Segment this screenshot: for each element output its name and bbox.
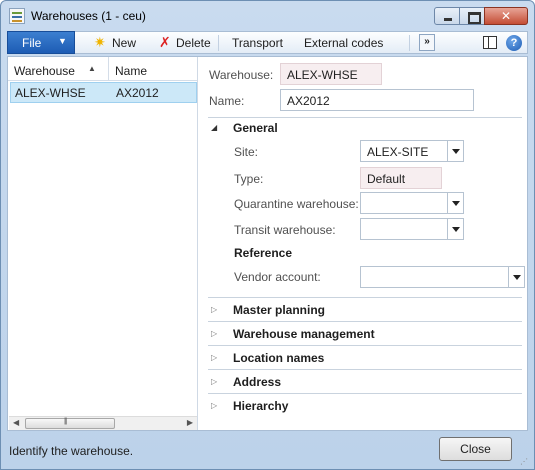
file-label: File [22, 36, 42, 50]
fasttab-general-label: General [233, 121, 278, 135]
table-row[interactable]: ALEX-WHSE AX2012 [10, 82, 197, 103]
fasttab-label: Address [233, 375, 282, 389]
name-field[interactable]: AX2012 [280, 89, 474, 111]
divider [208, 393, 522, 394]
vendor-account-combobox[interactable] [360, 266, 525, 288]
collapsed-triangle-icon: ▷ [211, 305, 218, 314]
close-window-button[interactable] [484, 7, 528, 25]
window-title: Warehouses (1 - ceu) [31, 9, 146, 23]
grid-header: Warehouse ▲ Name [8, 57, 197, 81]
action-pane: File ▼ ✷ New ✗ Delete Transport External… [7, 31, 528, 54]
layout-icon[interactable] [483, 36, 497, 49]
collapsed-triangle-icon: ▷ [211, 401, 218, 410]
maximize-button[interactable] [459, 7, 485, 25]
app-icon [9, 8, 25, 24]
cell-name: AX2012 [116, 86, 159, 100]
status-bar: Identify the warehouse. Close ⋰ [7, 432, 528, 468]
warehouse-field: ALEX-WHSE [280, 63, 382, 85]
divider [208, 297, 522, 298]
type-field: Default [360, 167, 442, 189]
dropdown-arrow-icon[interactable] [447, 219, 463, 239]
external-codes-button[interactable]: External codes [304, 36, 383, 50]
dropdown-arrow-icon[interactable] [447, 193, 463, 213]
warehouse-label: Warehouse: [209, 68, 274, 82]
vendor-account-label: Vendor account: [234, 270, 321, 284]
dropdown-arrow-icon[interactable] [447, 141, 463, 161]
delete-button[interactable]: Delete [176, 36, 211, 50]
fasttab-label: Location names [233, 351, 325, 365]
reference-heading: Reference [234, 246, 293, 260]
divider [208, 117, 522, 118]
scrollbar-thumb[interactable] [25, 418, 115, 429]
new-star-icon[interactable]: ✷ [94, 35, 106, 49]
title-bar: Warehouses (1 - ceu) [1, 1, 534, 31]
warehouse-grid: Warehouse ▲ Name ALEX-WHSE AX2012 ◀ ▶ [8, 57, 198, 430]
quarantine-warehouse-label: Quarantine warehouse: [234, 197, 359, 211]
minimize-button[interactable] [434, 7, 460, 25]
cell-warehouse: ALEX-WHSE [15, 86, 86, 100]
site-label: Site: [234, 145, 259, 159]
status-text: Identify the warehouse. [9, 444, 134, 458]
site-combobox[interactable]: ALEX-SITE [360, 140, 464, 162]
overflow-button[interactable]: » [419, 34, 435, 51]
divider [208, 321, 522, 322]
resize-grip-icon[interactable]: ⋰ [520, 457, 528, 466]
quarantine-warehouse-combobox[interactable] [360, 192, 464, 214]
transport-button[interactable]: Transport [232, 36, 283, 50]
chevron-down-icon: ▼ [58, 36, 67, 46]
expanded-triangle-icon: ◢ [211, 123, 218, 132]
column-divider [108, 57, 109, 81]
close-button[interactable]: Close [439, 437, 512, 461]
collapsed-triangle-icon: ▷ [211, 353, 218, 362]
toolbar-divider [218, 35, 219, 51]
type-label: Type: [234, 172, 264, 186]
details-pane: Warehouse: ALEX-WHSE Name: AX2012 ◢ Gene… [203, 57, 527, 430]
fasttab-label: Warehouse management [233, 327, 375, 341]
collapsed-triangle-icon: ▷ [211, 329, 218, 338]
help-icon[interactable]: ? [506, 35, 522, 51]
delete-x-icon[interactable]: ✗ [159, 34, 171, 50]
form-content: Warehouse ▲ Name ALEX-WHSE AX2012 ◀ ▶ ⋮⋮… [7, 56, 528, 431]
column-header-warehouse[interactable]: Warehouse [14, 64, 75, 78]
fasttab-label: Master planning [233, 303, 326, 317]
new-button[interactable]: New [112, 36, 136, 50]
transit-warehouse-label: Transit warehouse: [234, 223, 336, 237]
horizontal-scrollbar[interactable]: ◀ ▶ [9, 416, 197, 430]
column-header-name[interactable]: Name [115, 64, 147, 78]
window-controls [434, 7, 528, 25]
scroll-right-icon[interactable]: ▶ [187, 418, 193, 427]
collapsed-triangle-icon: ▷ [211, 377, 218, 386]
name-label: Name: [209, 94, 245, 108]
dropdown-arrow-icon[interactable] [508, 267, 524, 287]
scroll-left-icon[interactable]: ◀ [13, 418, 19, 427]
divider [208, 369, 522, 370]
divider [208, 345, 522, 346]
fasttab-label: Hierarchy [233, 399, 289, 413]
sort-ascending-icon: ▲ [88, 64, 96, 73]
toolbar-divider [409, 35, 410, 51]
transit-warehouse-combobox[interactable] [360, 218, 464, 240]
warehouses-window: Warehouses (1 - ceu) File ▼ ✷ New ✗ Dele… [0, 0, 535, 470]
file-menu-button[interactable]: File ▼ [7, 31, 75, 54]
site-value: ALEX-SITE [367, 145, 429, 159]
